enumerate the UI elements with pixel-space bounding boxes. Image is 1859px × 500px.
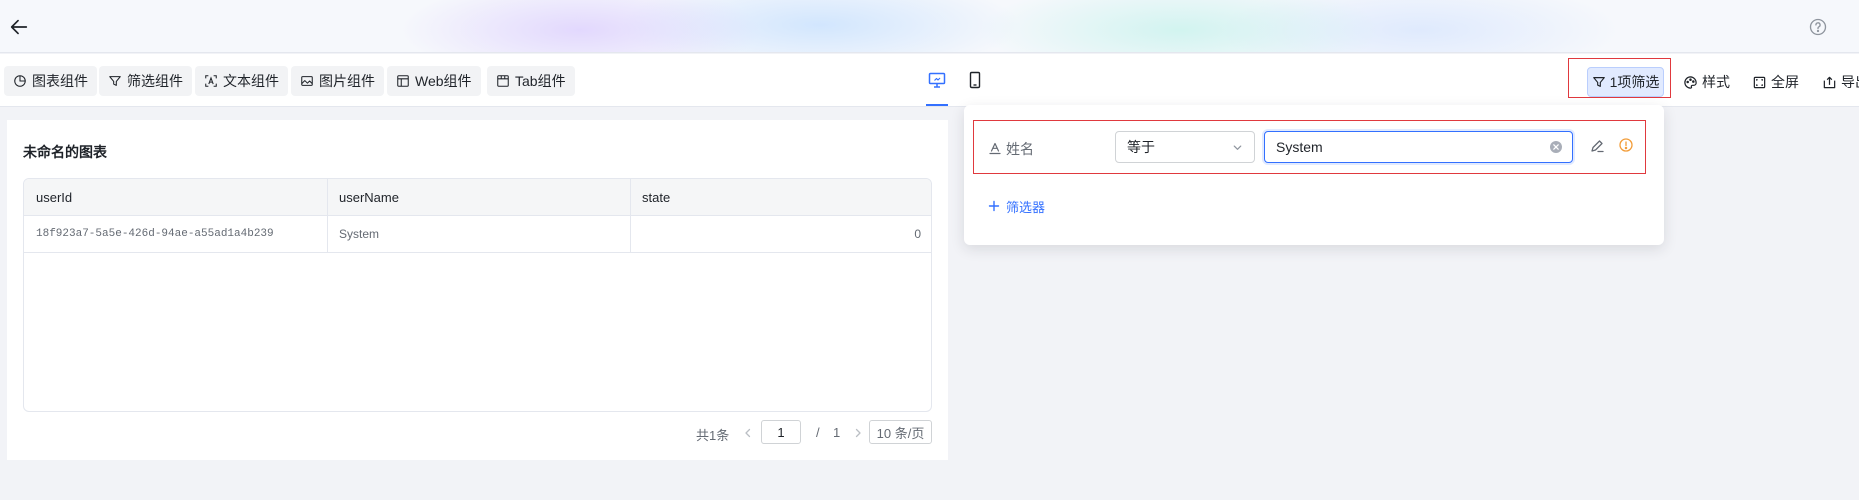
- export-label: 导出: [1841, 74, 1859, 90]
- help-icon[interactable]: [1808, 17, 1828, 37]
- add-filter-button[interactable]: 筛选器: [988, 196, 1045, 216]
- image-component-label: 图片组件: [319, 73, 375, 89]
- style-label: 样式: [1702, 74, 1730, 90]
- export-icon: [1823, 76, 1836, 88]
- text-component-label: 文本组件: [223, 73, 279, 89]
- cell-userid: 18f923a7-5a5e-426d-94ae-a55ad1a4b239: [36, 228, 274, 240]
- palette-icon: [1684, 75, 1697, 89]
- pagination-total-pages: 1: [833, 425, 841, 440]
- image-icon: [301, 76, 313, 86]
- column-header-userid[interactable]: userId: [24, 179, 327, 215]
- active-filters-button[interactable]: 1项筛选: [1587, 67, 1664, 97]
- info-icon[interactable]: [1618, 137, 1634, 153]
- filter-component-button[interactable]: 筛选组件: [99, 66, 192, 96]
- text-icon: [205, 75, 217, 87]
- mobile-view-icon[interactable]: [965, 70, 985, 90]
- chevron-down-icon: [1233, 145, 1242, 150]
- pagination-separator: /: [816, 425, 820, 440]
- filter-field-label: 姓名: [1006, 141, 1034, 157]
- table-row: 18f923a7-5a5e-426d-94ae-a55ad1a4b239 Sys…: [24, 216, 931, 253]
- style-button[interactable]: 样式: [1683, 68, 1730, 96]
- operator-select[interactable]: 等于: [1115, 131, 1255, 163]
- text-component-button[interactable]: 文本组件: [195, 66, 288, 96]
- filter-popover: [964, 105, 1664, 245]
- tab-component-label: Tab组件: [515, 73, 566, 89]
- page-number-input[interactable]: [761, 420, 801, 444]
- active-filters-label: 1项筛选: [1609, 74, 1660, 90]
- web-component-button[interactable]: Web组件: [387, 66, 481, 96]
- web-component-label: Web组件: [415, 73, 472, 89]
- chart-component-label: 图表组件: [32, 73, 88, 89]
- desktop-view-icon[interactable]: [927, 70, 947, 90]
- funnel-icon: [109, 76, 121, 86]
- tab-icon: [497, 75, 509, 87]
- data-table: userId userName state 18f923a7-5a5e-426d…: [23, 178, 932, 412]
- table-header: userId userName state: [24, 179, 931, 216]
- cell-username: System: [339, 227, 380, 241]
- chart-title: 未命名的图表: [23, 144, 107, 160]
- fullscreen-icon: [1753, 76, 1766, 88]
- column-header-username[interactable]: userName: [327, 179, 630, 215]
- image-component-button[interactable]: 图片组件: [291, 66, 384, 96]
- export-button[interactable]: 导出: [1822, 68, 1859, 96]
- fullscreen-label: 全屏: [1771, 74, 1799, 90]
- chart-card: 未命名的图表 userId userName state 18f923a7-5a…: [7, 120, 948, 460]
- pagination-total: 共1条: [696, 428, 730, 443]
- web-layout-icon: [397, 75, 409, 87]
- chart-component-button[interactable]: 图表组件: [4, 66, 97, 96]
- plus-icon: [988, 200, 1000, 212]
- top-header: [0, 0, 1859, 53]
- tab-component-button[interactable]: Tab组件: [487, 66, 575, 96]
- column-header-state[interactable]: state: [630, 179, 931, 215]
- operator-value: 等于: [1127, 139, 1155, 155]
- filter-value-input[interactable]: [1265, 132, 1535, 162]
- cell-state: 0: [914, 227, 921, 241]
- chevron-right-icon[interactable]: [851, 426, 865, 440]
- filter-value-field[interactable]: [1264, 131, 1573, 163]
- fullscreen-button[interactable]: 全屏: [1752, 68, 1799, 96]
- active-device-indicator: [926, 104, 948, 106]
- column-divider: [327, 179, 328, 253]
- clear-icon[interactable]: [1549, 140, 1563, 154]
- page-size-select[interactable]: 10 条/页: [869, 420, 932, 444]
- arrow-left-icon[interactable]: [8, 16, 30, 38]
- text-field-icon: [989, 142, 1001, 155]
- column-divider: [630, 179, 631, 253]
- add-filter-label: 筛选器: [1006, 199, 1046, 215]
- filter-component-label: 筛选组件: [127, 73, 183, 89]
- pie-chart-icon: [14, 75, 26, 87]
- edit-icon[interactable]: [1589, 138, 1605, 154]
- funnel-icon: [1592, 77, 1605, 87]
- chevron-left-icon[interactable]: [741, 426, 755, 440]
